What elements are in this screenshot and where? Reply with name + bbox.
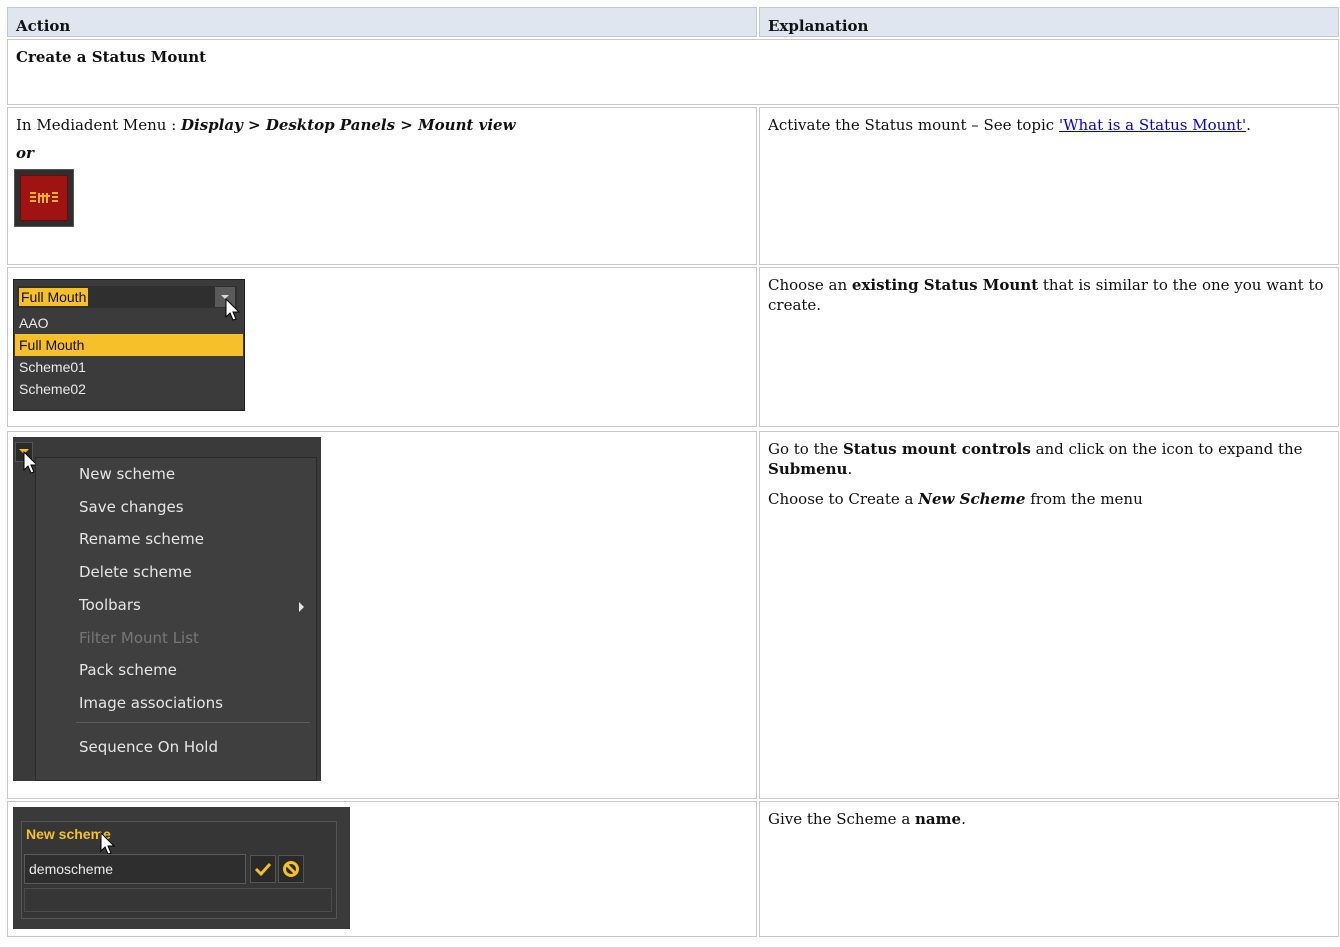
table-row: New scheme Save changes Rename scheme De… — [7, 431, 1339, 799]
action-cell: New scheme demoscheme — [7, 801, 757, 937]
header-explanation: Explanation — [759, 7, 1339, 37]
menu-item-image-associations[interactable]: Image associations — [79, 694, 223, 712]
menu-item-filter-mount-list: Filter Mount List — [79, 629, 199, 647]
section-title: Create a Status Mount — [7, 39, 1339, 105]
scheme-dropdown-screenshot: Full Mouth AAO Full Mouth Scheme01 Schem… — [13, 279, 245, 411]
header-action: Action — [7, 7, 757, 37]
new-scheme-panel: New scheme demoscheme — [21, 821, 337, 919]
option-scheme01[interactable]: Scheme01 — [15, 356, 243, 378]
panel-footer — [24, 888, 332, 912]
option-scheme02[interactable]: Scheme02 — [15, 378, 243, 400]
option-aao[interactable]: AAO — [15, 312, 243, 334]
explanation-cell: Activate the Status mount – See topic 'W… — [759, 107, 1339, 265]
menu-path-desktop-panels: Desktop Panels — [265, 116, 396, 134]
table-header: Action Explanation — [7, 7, 1339, 37]
scheme-select-value: Full Mouth — [19, 288, 89, 306]
menu-item-delete-scheme[interactable]: Delete scheme — [79, 563, 192, 581]
what-is-status-mount-link[interactable]: 'What is a Status Mount' — [1059, 116, 1246, 134]
menu-path-display: Display — [181, 116, 243, 134]
or-label: or — [16, 144, 34, 162]
section-row: Create a Status Mount — [7, 39, 1339, 105]
new-scheme-dialog-screenshot: New scheme demoscheme — [13, 807, 350, 929]
menu-divider — [76, 722, 310, 723]
submenu-screenshot: New scheme Save changes Rename scheme De… — [13, 437, 321, 781]
table-row: New scheme demoscheme Give the Scheme a … — [7, 801, 1339, 937]
scheme-options-list: AAO Full Mouth Scheme01 Scheme02 — [15, 312, 243, 400]
menu-item-save-changes[interactable]: Save changes — [79, 498, 184, 516]
menu-item-rename-scheme[interactable]: Rename scheme — [79, 530, 204, 548]
menu-item-pack-scheme[interactable]: Pack scheme — [79, 661, 177, 679]
submenu-arrow-icon — [298, 599, 306, 617]
menu-path-mount-view: Mount view — [418, 116, 516, 134]
dialog-title: New scheme — [26, 826, 111, 842]
menu-item-toolbars[interactable]: Toolbars — [79, 596, 141, 614]
submenu: New scheme Save changes Rename scheme De… — [35, 457, 317, 781]
mount-view-button-icon[interactable] — [14, 169, 74, 227]
scheme-name-input[interactable]: demoscheme — [24, 854, 246, 884]
explanation-cell: Go to the Status mount controls and clic… — [759, 431, 1339, 799]
action-cell: Full Mouth AAO Full Mouth Scheme01 Schem… — [7, 267, 757, 427]
explanation-cell: Choose an existing Status Mount that is … — [759, 267, 1339, 427]
action-cell: In Mediadent Menu : Display > Desktop Pa… — [7, 107, 757, 265]
confirm-check-button[interactable] — [250, 855, 276, 883]
menu-item-new-scheme[interactable]: New scheme — [79, 465, 175, 483]
cancel-button[interactable] — [278, 855, 304, 883]
table-row: Full Mouth AAO Full Mouth Scheme01 Schem… — [7, 267, 1339, 427]
menu-item-sequence-on-hold[interactable]: Sequence On Hold — [79, 738, 218, 756]
option-full-mouth[interactable]: Full Mouth — [15, 334, 243, 356]
table-row: In Mediadent Menu : Display > Desktop Pa… — [7, 107, 1339, 265]
scheme-select[interactable]: Full Mouth — [17, 286, 237, 308]
action-cell: New scheme Save changes Rename scheme De… — [7, 431, 757, 799]
explanation-cell: Give the Scheme a name. — [759, 801, 1339, 937]
